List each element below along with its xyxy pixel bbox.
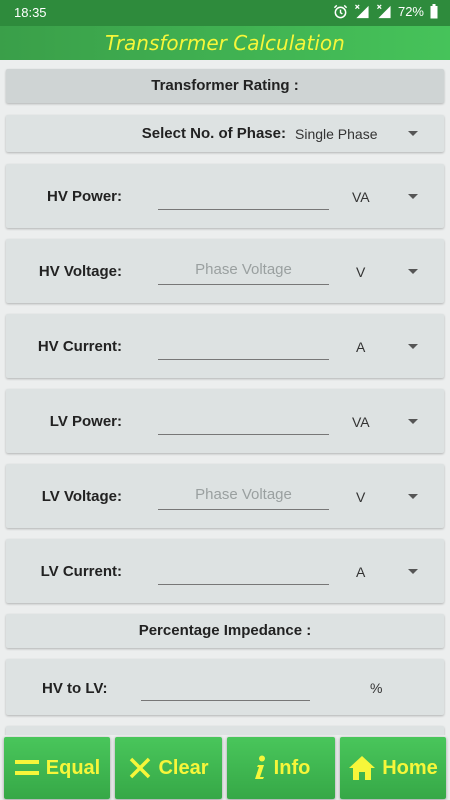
hv-current-label: HV Current: — [37, 338, 122, 355]
equal-button[interactable]: Equal — [4, 737, 110, 799]
chevron-down-icon[interactable] — [408, 344, 418, 349]
lv-voltage-label: LV Voltage: — [41, 488, 122, 505]
chevron-down-icon[interactable] — [408, 194, 418, 199]
alarm-icon — [333, 4, 348, 19]
hv-voltage-row: HV Voltage: Phase Voltage V — [6, 239, 444, 303]
chevron-down-icon[interactable] — [408, 269, 418, 274]
lv-current-label: LV Current: — [40, 563, 122, 580]
app-title: Transformer Calculation — [105, 31, 345, 55]
battery-icon — [430, 4, 438, 19]
lv-voltage-row: LV Voltage: Phase Voltage V — [6, 464, 444, 528]
home-button-label: Home — [382, 756, 438, 779]
transformer-rating-header: Transformer Rating : — [6, 69, 444, 103]
lv-voltage-unit-spinner[interactable]: V — [356, 489, 365, 505]
hv-voltage-unit-spinner[interactable]: V — [356, 264, 365, 280]
close-icon — [128, 756, 152, 780]
equal-button-label: Equal — [45, 756, 101, 779]
hv-voltage-label: HV Voltage: — [38, 263, 122, 280]
home-icon — [348, 755, 376, 781]
hv-current-input[interactable] — [158, 332, 329, 360]
hv-current-row: HV Current: A — [6, 314, 444, 378]
hv-current-unit-spinner[interactable]: A — [356, 339, 365, 355]
chevron-down-icon[interactable] — [408, 494, 418, 499]
percentage-impedance-header: Percentage Impedance : — [6, 614, 444, 648]
lv-power-row: LV Power: VA — [6, 389, 444, 453]
hv-to-lv-label: HV to LV: — [42, 680, 108, 697]
chevron-down-icon[interactable] — [408, 131, 418, 136]
clear-button[interactable]: Clear — [115, 737, 222, 799]
signal-icon — [376, 4, 392, 19]
signal-icon — [354, 4, 370, 19]
hv-to-lv-row: HV to LV: % — [6, 659, 444, 715]
lv-power-label: LV Power: — [49, 413, 122, 430]
home-button[interactable]: Home — [340, 737, 446, 799]
hv-power-row: HV Power: VA — [6, 164, 444, 228]
bottom-button-bar: Equal Clear Info Home — [0, 735, 450, 800]
percent-unit: % — [370, 680, 383, 696]
app-title-bar: Transformer Calculation — [0, 26, 450, 60]
chevron-down-icon[interactable] — [408, 569, 418, 574]
lv-power-input[interactable] — [158, 407, 329, 435]
hv-power-unit-spinner[interactable]: VA — [352, 189, 370, 205]
hv-power-label: HV Power: — [46, 188, 122, 205]
clear-button-label: Clear — [158, 756, 209, 779]
phase-selector-row: Select No. of Phase: Single Phase — [6, 115, 444, 152]
battery-percent: 72% — [397, 4, 424, 19]
status-icons: 72% — [333, 4, 438, 19]
info-icon — [252, 755, 268, 781]
phase-label: Select No. of Phase: — [141, 125, 286, 142]
lv-current-input[interactable] — [158, 557, 329, 585]
hv-voltage-input[interactable]: Phase Voltage — [158, 257, 329, 285]
hv-to-lv-input[interactable] — [141, 673, 310, 701]
hv-power-input[interactable] — [158, 182, 329, 210]
phase-spinner[interactable]: Single Phase — [295, 126, 378, 142]
equal-icon — [14, 757, 40, 779]
lv-current-row: LV Current: A — [6, 539, 444, 603]
info-button[interactable]: Info — [227, 737, 335, 799]
status-time: 18:35 — [14, 5, 47, 20]
chevron-down-icon[interactable] — [408, 419, 418, 424]
lv-voltage-input[interactable]: Phase Voltage — [158, 482, 329, 510]
lv-current-unit-spinner[interactable]: A — [356, 564, 365, 580]
status-bar: 18:35 72% — [0, 0, 450, 26]
lv-power-unit-spinner[interactable]: VA — [352, 414, 370, 430]
info-button-label: Info — [273, 756, 311, 779]
